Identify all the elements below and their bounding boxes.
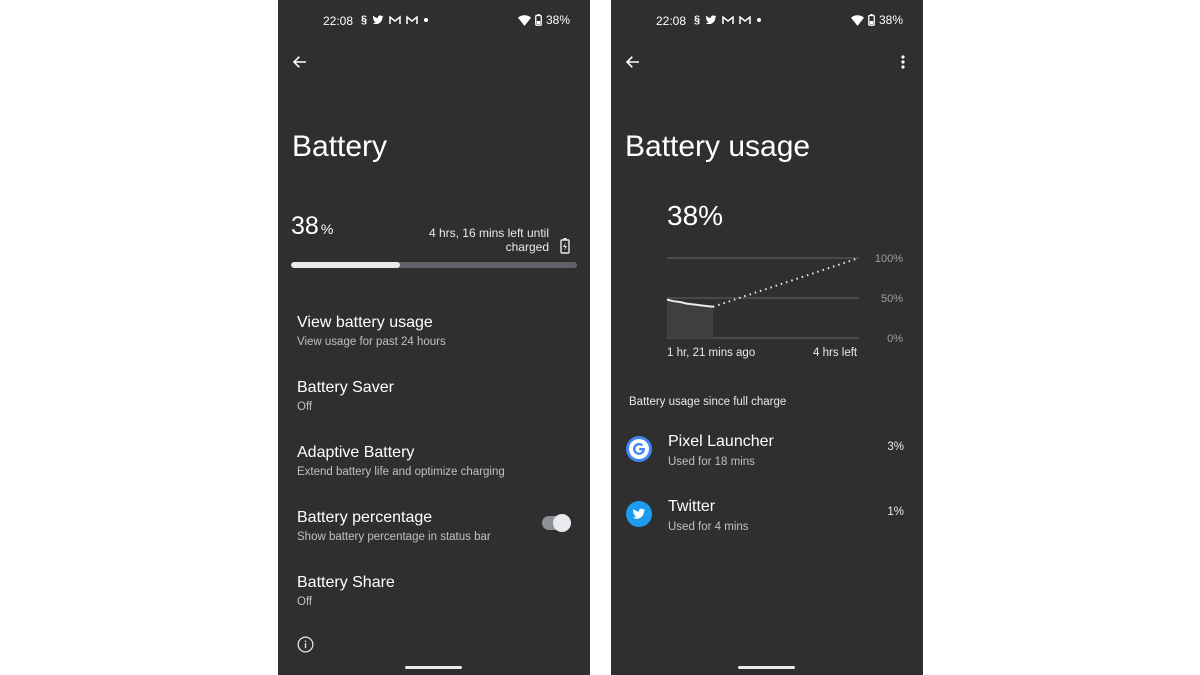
more-notifications-dot-icon: [424, 18, 429, 22]
battery-level: 38%: [291, 212, 333, 241]
status-battery-pct: 38%: [878, 13, 903, 27]
google-g-icon: [626, 436, 652, 462]
pref-battery-percentage[interactable]: Battery percentage Show battery percenta…: [297, 508, 557, 545]
back-button[interactable]: [290, 52, 310, 72]
chart-x-end-label: 4 hrs left: [813, 347, 858, 359]
battery-level-value: 38: [291, 212, 319, 240]
twitter-notification-icon: [705, 15, 717, 25]
pref-summary: Extend battery life and optimize chargin…: [297, 466, 505, 478]
page-title: Battery usage: [625, 130, 811, 163]
charging-battery-icon: [560, 238, 570, 254]
battery-projection-line: [712, 257, 860, 308]
status-right: 38%: [517, 13, 570, 27]
pref-battery-share[interactable]: Battery Share Off: [297, 573, 557, 610]
info-icon: [297, 636, 314, 653]
gesture-nav-handle[interactable]: [738, 666, 795, 669]
status-battery-pct: 38%: [545, 13, 570, 27]
back-arrow-icon: [292, 56, 306, 68]
app-usage-row-pixel-launcher[interactable]: Pixel Launcher Used for 18 mins 3%: [611, 433, 923, 483]
wifi-icon: [850, 14, 864, 26]
app-name: Pixel Launcher: [668, 433, 774, 450]
pref-summary: View usage for past 24 hours: [297, 336, 446, 348]
toggle-knob: [553, 514, 571, 532]
app-usage-percent: 1%: [887, 506, 904, 518]
more-notifications-dot-icon: [757, 18, 762, 22]
app-usage-time: Used for 18 mins: [668, 456, 755, 468]
more-vert-icon: [901, 55, 905, 69]
battery-progress-bar: [291, 262, 577, 268]
pref-title: View battery usage: [297, 314, 433, 331]
pref-battery-saver[interactable]: Battery Saver Off: [297, 378, 557, 415]
status-time: 22:08: [656, 14, 687, 28]
chart-x-start-label: 1 hr, 21 mins ago: [667, 347, 756, 359]
pref-summary: Off: [297, 401, 313, 413]
gmail-icon: [722, 15, 734, 24]
page-title: Battery: [292, 130, 388, 163]
battery-status-icon: [868, 14, 875, 26]
pref-view-battery-usage[interactable]: View battery usage View usage for past 2…: [297, 313, 557, 350]
app-usage-percent: 3%: [887, 441, 904, 453]
pref-title: Adaptive Battery: [297, 444, 415, 461]
battery-percentage-toggle[interactable]: [542, 514, 571, 532]
pref-adaptive-battery[interactable]: Adaptive Battery Extend battery life and…: [297, 443, 557, 480]
y-tick-label-0: 0%: [887, 333, 903, 345]
y-tick-label-50: 50%: [881, 293, 903, 305]
app-usage-time: Used for 4 mins: [668, 521, 749, 533]
threads-icon: §: [694, 14, 701, 26]
gmail-icon: [389, 15, 401, 24]
twitter-bird-icon: [626, 501, 652, 527]
battery-usage-screen: 22:08 § 38% Battery usage 38% 100% 50% 0…: [611, 0, 923, 675]
wifi-icon: [517, 14, 531, 26]
pref-title: Battery Saver: [297, 379, 394, 396]
pref-title: Battery percentage: [297, 509, 433, 526]
battery-screen: 22:08 § 38% Battery 38% 4 hrs, 16 mins l…: [278, 0, 590, 675]
gmail-icon-2: [406, 15, 418, 24]
battery-level-unit: %: [320, 221, 334, 237]
back-button[interactable]: [623, 52, 643, 72]
notification-icons: §: [694, 13, 762, 27]
time-left-text: 4 hrs, 16 mins left until charged: [428, 226, 549, 254]
chart-battery-level: 38%: [667, 200, 724, 231]
gesture-nav-handle[interactable]: [405, 666, 462, 669]
overflow-menu-button[interactable]: [895, 52, 911, 72]
twitter-notification-icon: [372, 15, 384, 25]
pref-summary: Off: [297, 596, 313, 608]
status-time: 22:08: [323, 14, 354, 28]
gmail-icon-2: [739, 15, 751, 24]
app-name: Twitter: [668, 498, 716, 515]
status-bar: 22:08 § 38%: [278, 13, 590, 29]
pref-title: Battery Share: [297, 574, 395, 591]
battery-usage-chart: 100% 50% 0%: [666, 253, 903, 345]
status-right: 38%: [850, 13, 903, 27]
section-header: Battery usage since full charge: [629, 396, 787, 408]
app-usage-row-twitter[interactable]: Twitter Used for 4 mins 1%: [611, 498, 923, 548]
notification-icons: §: [361, 13, 429, 27]
battery-status-icon: [535, 14, 542, 26]
back-arrow-icon: [625, 56, 639, 68]
y-tick-label-100: 100%: [875, 253, 903, 265]
threads-icon: §: [361, 14, 368, 26]
pref-summary: Show battery percentage in status bar: [297, 531, 491, 543]
battery-progress-fill: [291, 262, 400, 268]
status-bar: 22:08 § 38%: [611, 13, 923, 29]
